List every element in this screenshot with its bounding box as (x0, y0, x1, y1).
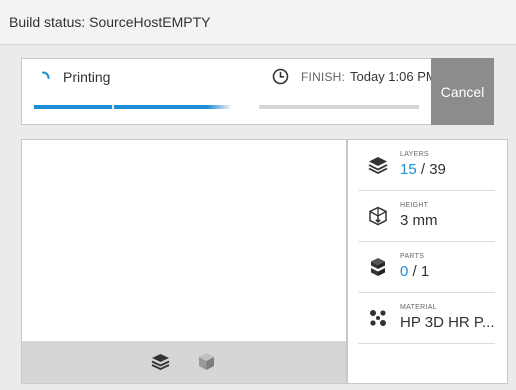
material-value: HP 3D HR P... (400, 314, 495, 331)
layers-total: 39 (429, 161, 446, 178)
layers-row: LAYERS 15 / 39 (358, 140, 495, 191)
material-icon (370, 310, 386, 326)
build-preview (21, 139, 347, 384)
layers-view-icon[interactable] (151, 352, 170, 371)
cube-view-icon[interactable] (198, 352, 215, 371)
parts-total: 1 (420, 263, 430, 280)
progress-fill-segment (114, 105, 230, 109)
parts-icon (371, 258, 385, 276)
spinner-icon (42, 71, 50, 79)
progress-fill-segment (34, 105, 112, 109)
parts-value: 0 / 1 (400, 263, 429, 280)
cancel-button[interactable]: Cancel (431, 58, 494, 125)
height-label: HEIGHT (400, 202, 429, 209)
preview-toolbar (22, 341, 346, 383)
cooldown-progress-bar (259, 105, 419, 109)
layers-separator: / (416, 161, 430, 178)
build-progress-bar (34, 105, 230, 109)
finish-label: FINISH: (301, 70, 346, 84)
title-bar: Build status: SourceHostEMPTY (0, 0, 516, 45)
parts-separator: / (408, 263, 421, 280)
layers-icon (368, 157, 388, 175)
layers-current: 15 (400, 161, 417, 178)
parts-row: PARTS 0 / 1 (358, 242, 495, 293)
status-label: Printing (63, 69, 111, 85)
height-value: 3 mm (400, 212, 438, 229)
height-icon (369, 206, 387, 226)
build-info-panel: LAYERS 15 / 39 HEIGHT 3 mm PARTS 0 / 1 M… (347, 139, 508, 384)
material-row: MATERIAL HP 3D HR P... (358, 293, 495, 344)
content-area: Printing FINISH: Today 1:06 PM Cancel LA… (0, 45, 516, 390)
height-row: HEIGHT 3 mm (358, 191, 495, 242)
material-label: MATERIAL (400, 304, 437, 311)
window-title: Build status: SourceHostEMPTY (9, 14, 211, 30)
layers-label: LAYERS (400, 151, 429, 158)
clock-icon (272, 68, 289, 85)
layers-value: 15 / 39 (400, 161, 446, 178)
parts-label: PARTS (400, 253, 425, 260)
status-card: Printing FINISH: Today 1:06 PM Cancel (21, 58, 494, 125)
finish-time: Today 1:06 PM (350, 69, 437, 84)
